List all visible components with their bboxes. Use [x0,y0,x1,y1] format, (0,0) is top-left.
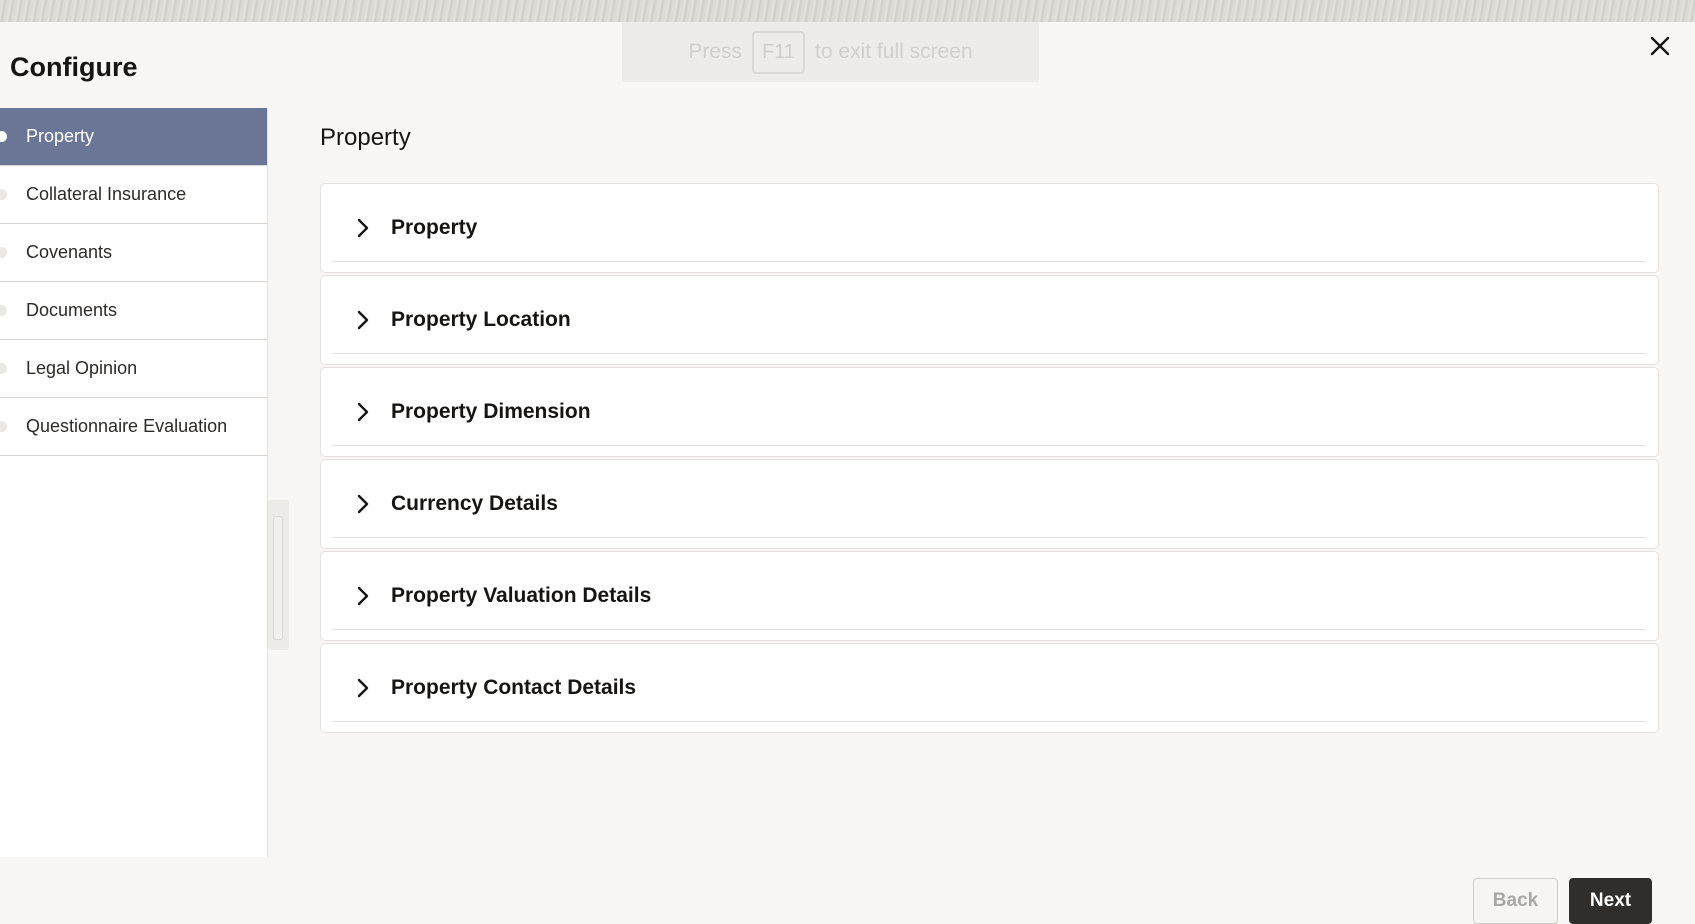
section-title: Property [320,124,411,151]
fullscreen-notice-key: F11 [752,30,806,74]
sidebar-item-documents[interactable]: Documents [0,282,267,340]
accordion-label: Property Location [391,308,571,331]
chevron-right-icon [351,216,375,240]
step-indicator-icon [0,420,7,432]
sidebar-item-label: Collateral Insurance [26,184,187,204]
accordion-property-location[interactable]: Property Location [320,275,1659,365]
fullscreen-notice-press: Press [688,40,743,63]
fullscreen-notice: Press F11 to exit full screen [622,22,1039,82]
step-indicator-icon [0,304,7,316]
accordion-label: Property Dimension [391,400,591,423]
accordion-label: Currency Details [391,492,558,515]
step-indicator-icon [0,246,7,258]
accordion-property-valuation-details[interactable]: Property Valuation Details [320,551,1659,641]
browser-background-strip [0,0,1695,22]
dialog-footer [0,857,1695,921]
chevron-right-icon [351,400,375,424]
back-button[interactable]: Back [1473,878,1558,924]
fullscreen-notice-text: to exit full screen [815,40,973,63]
sidebar-item-property[interactable]: Property [0,108,267,166]
dialog-title: Configure [10,52,138,82]
sidebar-nav: Property Collateral Insurance Covenants … [0,108,268,857]
next-button[interactable]: Next [1569,878,1652,924]
sidebar-item-label: Legal Opinion [26,358,138,378]
accordion-list: Property Property Location Property Dime… [320,183,1659,735]
chevron-right-icon [351,584,375,608]
step-indicator-icon [0,188,7,200]
step-indicator-icon [0,130,7,142]
accordion-label: Property Valuation Details [391,584,652,607]
chevron-right-icon [351,308,375,332]
sidebar-item-label: Property [26,126,95,146]
sidebar-item-label: Covenants [26,242,113,262]
chevron-right-icon [351,676,375,700]
sidebar-item-label: Documents [26,300,118,320]
scrollbar-thumb[interactable] [273,516,283,640]
accordion-label: Property Contact Details [391,676,637,699]
sidebar-item-collateral-insurance[interactable]: Collateral Insurance [0,166,267,224]
step-indicator-icon [0,362,7,374]
accordion-property-dimension[interactable]: Property Dimension [320,367,1659,457]
close-icon [1650,36,1670,56]
accordion-property-contact-details[interactable]: Property Contact Details [320,643,1659,733]
accordion-currency-details[interactable]: Currency Details [320,459,1659,549]
close-button[interactable] [1644,30,1676,62]
sidebar-item-legal-opinion[interactable]: Legal Opinion [0,340,267,398]
sidebar-item-questionnaire-evaluation[interactable]: Questionnaire Evaluation [0,398,267,456]
accordion-property[interactable]: Property [320,183,1659,273]
sidebar-scrollbar[interactable] [268,500,289,650]
accordion-label: Property [391,216,478,239]
sidebar-item-covenants[interactable]: Covenants [0,224,267,282]
chevron-right-icon [351,492,375,516]
sidebar-item-label: Questionnaire Evaluation [26,416,228,436]
